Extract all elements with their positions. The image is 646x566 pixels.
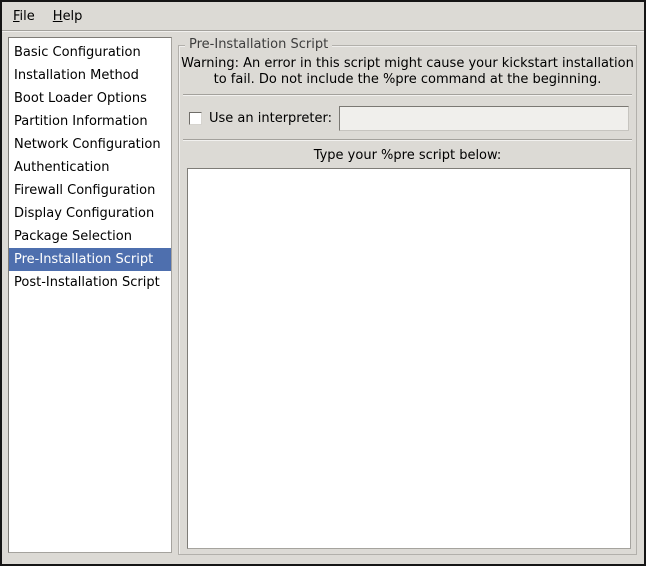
sidebar-item[interactable]: Post-Installation Script xyxy=(9,271,171,294)
warning-line-1: Warning: An error in this script might c… xyxy=(179,56,636,72)
menu-file[interactable]: File xyxy=(4,4,44,29)
interpreter-row: Use an interpreter: xyxy=(189,105,629,131)
script-area-label: Type your %pre script below: xyxy=(179,148,636,163)
sidebar-item[interactable]: Partition Information xyxy=(9,110,171,133)
interpreter-input[interactable] xyxy=(339,106,629,131)
sidebar-item[interactable]: Package Selection xyxy=(9,225,171,248)
sidebar-item[interactable]: Network Configuration xyxy=(9,133,171,156)
category-list: Basic Configuration Installation Method … xyxy=(8,37,172,553)
sidebar-item[interactable]: Basic Configuration xyxy=(9,41,171,64)
sidebar-item[interactable]: Boot Loader Options xyxy=(9,87,171,110)
sidebar-item[interactable]: Authentication xyxy=(9,156,171,179)
pre-installation-script-panel: Pre-Installation Script Warning: An erro… xyxy=(178,45,637,555)
warning-line-2: to fail. Do not include the %pre command… xyxy=(179,72,636,88)
kickstart-configurator-window: File Help Basic Configuration Installati… xyxy=(0,0,646,566)
sidebar-item[interactable]: Display Configuration xyxy=(9,202,171,225)
use-interpreter-label: Use an interpreter: xyxy=(209,111,332,126)
separator xyxy=(183,94,632,96)
menubar: File Help xyxy=(2,2,644,31)
menu-help[interactable]: Help xyxy=(44,4,92,29)
sidebar-item[interactable]: Pre-Installation Script xyxy=(9,248,171,271)
separator xyxy=(183,139,632,141)
warning-text: Warning: An error in this script might c… xyxy=(179,56,636,88)
panel-title: Pre-Installation Script xyxy=(185,37,332,53)
pre-script-textarea[interactable] xyxy=(187,168,631,549)
sidebar-item[interactable]: Firewall Configuration xyxy=(9,179,171,202)
sidebar-item[interactable]: Installation Method xyxy=(9,64,171,87)
use-interpreter-checkbox[interactable] xyxy=(189,112,202,125)
